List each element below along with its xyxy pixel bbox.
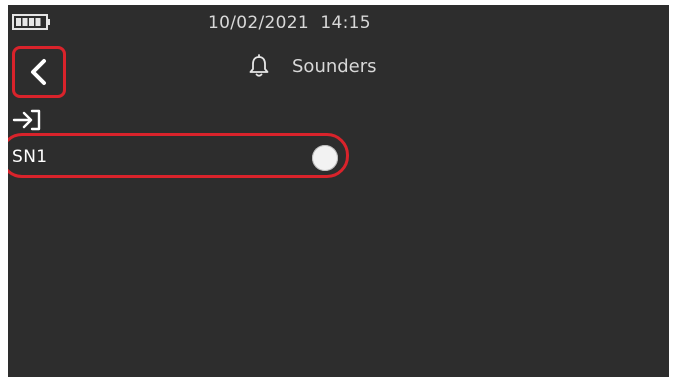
status-time: 14:15 [320,13,371,33]
list-item[interactable] [8,133,349,178]
back-button[interactable] [12,46,66,98]
chevron-left-icon [31,59,46,85]
enter-arrow-icon[interactable] [12,108,42,132]
sounder-toggle[interactable] [312,145,338,171]
device-screen: 10/02/2021 14:15 Sounders SN1 [8,5,669,377]
page-title: Sounders [292,55,377,77]
bell-icon [249,54,269,77]
sounder-label: SN1 [12,147,48,167]
battery-full-icon [12,14,50,30]
page-header: Sounders [248,53,377,79]
status-date: 10/02/2021 [208,13,309,33]
status-datetime: 10/02/2021 14:15 [208,13,371,33]
